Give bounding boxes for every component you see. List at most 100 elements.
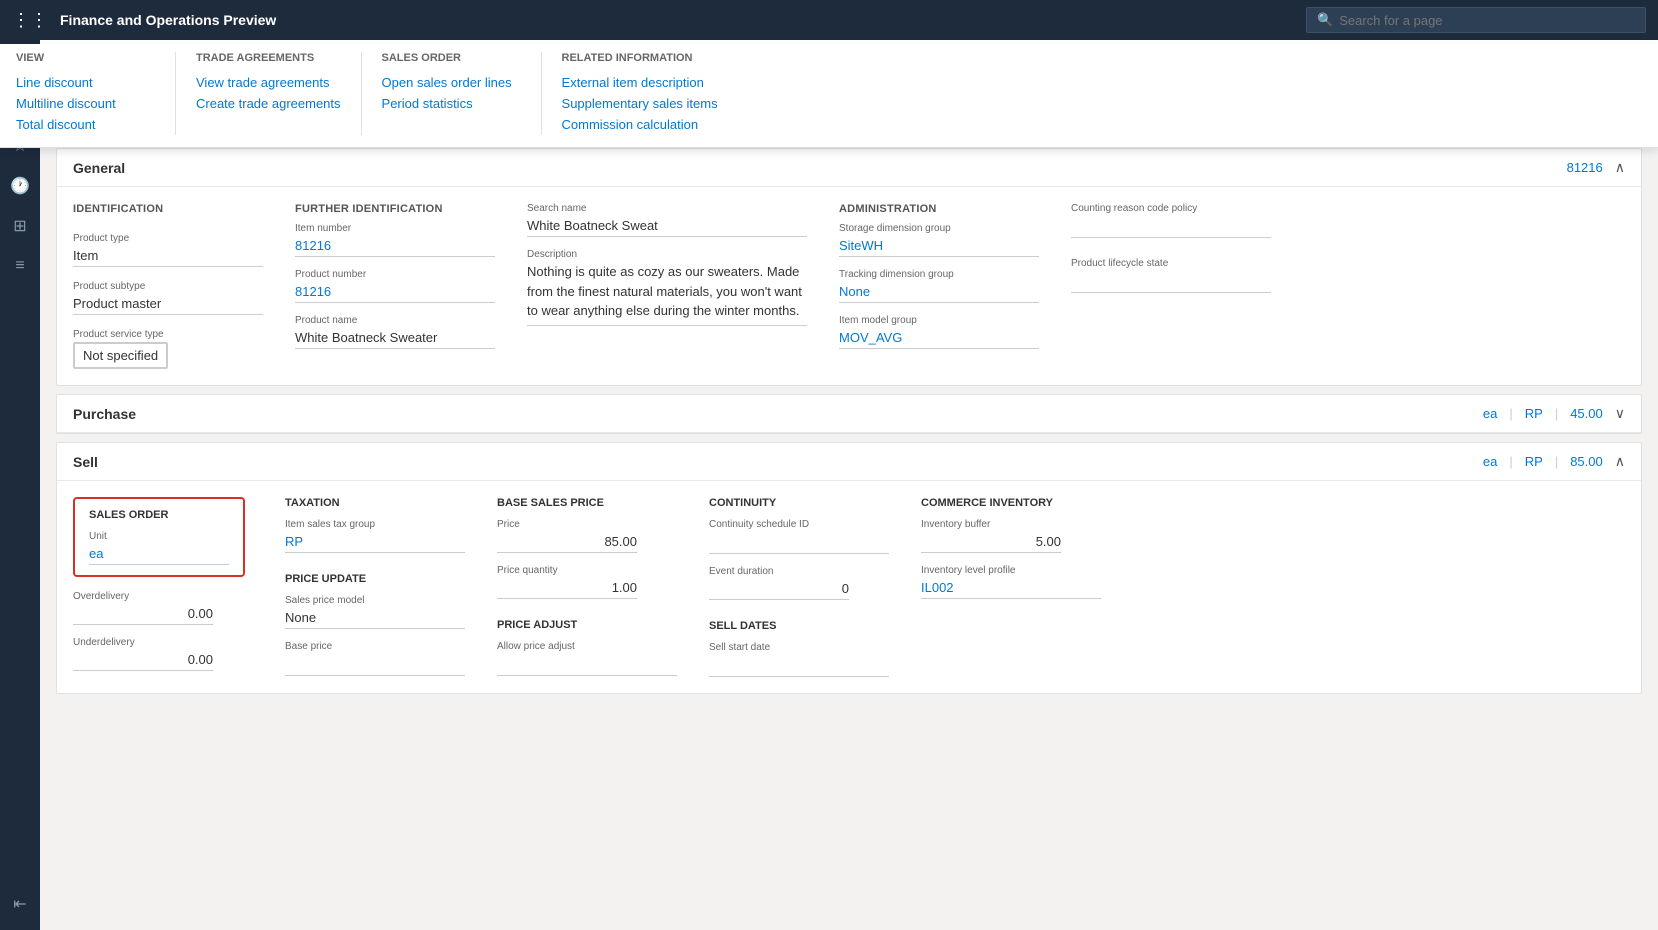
sell-dates-block: SELL DATES Sell start date bbox=[709, 620, 889, 677]
product-subtype-value: Product master bbox=[73, 294, 263, 315]
price-adjust-block: PRICE ADJUST Allow price adjust bbox=[497, 619, 677, 676]
sell-summary-code: RP bbox=[1525, 454, 1543, 469]
top-bar: ⋮⋮ Finance and Operations Preview 🔍 bbox=[0, 0, 1658, 40]
sell-section-body: SALES ORDER Unit ea Overdelivery 0.00 bbox=[57, 481, 1641, 693]
sell-section: Sell ea | RP | 85.00 ∧ bbox=[56, 442, 1642, 694]
base-price-field: Base price bbox=[285, 641, 465, 676]
sales-order-block: SALES ORDER Unit ea Overdelivery 0.00 bbox=[73, 497, 253, 677]
base-price-value bbox=[285, 654, 465, 676]
inventory-level-profile-field: Inventory level profile IL002 bbox=[921, 565, 1101, 599]
price-update-block: PRICE UPDATE Sales price model None Base… bbox=[285, 573, 465, 676]
total-discount-link[interactable]: Total discount bbox=[40, 114, 155, 135]
product-service-type-field: Product service type Not specified bbox=[73, 329, 263, 369]
inventory-buffer-field: Inventory buffer 5.00 bbox=[921, 519, 1101, 553]
modules-icon[interactable]: ≡ bbox=[2, 248, 38, 284]
item-model-group-field: Item model group MOV_AVG bbox=[839, 315, 1039, 349]
commission-calculation-link[interactable]: Commission calculation bbox=[562, 114, 718, 135]
sidebar: ☰ ⌂ ☆ 🕐 ⊞ ≡ ⇤ bbox=[0, 40, 40, 930]
dropdown-group-trade: Trade agreements View trade agreements C… bbox=[196, 52, 362, 135]
sales-order-highlight: SALES ORDER Unit ea bbox=[73, 497, 245, 577]
price-value: 85.00 bbox=[497, 532, 637, 553]
item-model-group-value: MOV_AVG bbox=[839, 328, 1039, 349]
general-collapse-button[interactable]: ∧ bbox=[1615, 159, 1625, 176]
product-service-type-label: Product service type bbox=[73, 329, 263, 340]
base-sales-price-block: BASE SALES PRICE Price 85.00 Price quant… bbox=[497, 497, 677, 677]
purchase-summary-value: 45.00 bbox=[1570, 406, 1603, 421]
supplementary-sales-items-link[interactable]: Supplementary sales items bbox=[562, 93, 718, 114]
period-statistics-link[interactable]: Period statistics bbox=[382, 93, 521, 114]
sales-price-model-value: None bbox=[285, 608, 465, 629]
product-service-type-input[interactable]: Not specified bbox=[73, 342, 168, 369]
item-number-label: Item number bbox=[295, 223, 495, 234]
purchase-section-right: ea | RP | 45.00 ∨ bbox=[1483, 405, 1625, 422]
description-block: Search name White Boatneck Sweat Descrip… bbox=[527, 203, 807, 369]
inventory-level-profile-label: Inventory level profile bbox=[921, 565, 1101, 576]
sell-sep2: | bbox=[1555, 454, 1558, 469]
purchase-collapse-button[interactable]: ∨ bbox=[1615, 405, 1625, 422]
sell-collapse-button[interactable]: ∧ bbox=[1615, 453, 1625, 470]
storage-dimension-label: Storage dimension group bbox=[839, 223, 1039, 234]
dropdown-sales-order-title: Sales order bbox=[382, 52, 521, 64]
sell-start-date-field: Sell start date bbox=[709, 642, 889, 677]
dropdown-group-related: Related information External item descri… bbox=[562, 52, 738, 135]
underdelivery-value: 0.00 bbox=[73, 650, 213, 671]
unit-value: ea bbox=[89, 544, 229, 565]
grid-icon[interactable]: ⋮⋮ bbox=[12, 10, 48, 31]
event-duration-value: 0 bbox=[709, 579, 849, 600]
search-input[interactable] bbox=[1339, 13, 1635, 28]
item-number-value: 81216 bbox=[295, 236, 495, 257]
overdelivery-label: Overdelivery bbox=[73, 591, 253, 602]
item-sales-tax-field: Item sales tax group RP bbox=[285, 519, 465, 553]
line-discount-link[interactable]: Line discount bbox=[40, 72, 155, 93]
dropdown-related-title: Related information bbox=[562, 52, 718, 64]
sell-section-header[interactable]: Sell ea | RP | 85.00 ∧ bbox=[57, 443, 1641, 481]
product-lifecycle-value bbox=[1071, 271, 1271, 293]
global-search[interactable]: 🔍 bbox=[1306, 7, 1646, 33]
event-duration-field: Event duration 0 bbox=[709, 566, 889, 600]
event-duration-label: Event duration bbox=[709, 566, 889, 577]
product-name-field: Product name White Boatneck Sweater bbox=[295, 315, 495, 349]
price-quantity-label: Price quantity bbox=[497, 565, 677, 576]
create-trade-agreements-link[interactable]: Create trade agreements bbox=[196, 93, 341, 114]
continuity-id-value bbox=[709, 532, 889, 554]
external-item-desc-link[interactable]: External item description bbox=[562, 72, 718, 93]
product-service-type-value: Not specified bbox=[83, 348, 158, 363]
workspaces-icon[interactable]: ⊞ bbox=[2, 208, 38, 244]
counting-block: Counting reason code policy Product life… bbox=[1071, 203, 1271, 369]
overdelivery-field: Overdelivery 0.00 bbox=[73, 591, 253, 625]
general-section-header[interactable]: General 81216 ∧ bbox=[57, 149, 1641, 187]
search-name-value: White Boatneck Sweat bbox=[527, 216, 807, 237]
sales-order-title: SALES ORDER bbox=[89, 509, 229, 521]
dropdown-view-title: View bbox=[40, 52, 155, 64]
sell-summary-unit: ea bbox=[1483, 454, 1497, 469]
storage-dimension-field: Storage dimension group SiteWH bbox=[839, 223, 1039, 257]
dropdown-trade-title: Trade agreements bbox=[196, 52, 341, 64]
view-trade-agreements-link[interactable]: View trade agreements bbox=[196, 72, 341, 93]
price-quantity-value: 1.00 bbox=[497, 578, 637, 599]
sell-section-right: ea | RP | 85.00 ∧ bbox=[1483, 453, 1625, 470]
counting-reason-label: Counting reason code policy bbox=[1071, 203, 1271, 214]
multiline-discount-link[interactable]: Multiline discount bbox=[40, 93, 155, 114]
underdelivery-field: Underdelivery 0.00 bbox=[73, 637, 253, 671]
purchase-section-header[interactable]: Purchase ea | RP | 45.00 ∨ bbox=[57, 395, 1641, 433]
sell-sep1: | bbox=[1509, 454, 1512, 469]
allow-price-adjust-value bbox=[497, 654, 677, 676]
general-section-body: IDENTIFICATION Product type Item Product… bbox=[57, 187, 1641, 385]
overdelivery-value: 0.00 bbox=[73, 604, 213, 625]
tracking-dimension-value: None bbox=[839, 282, 1039, 303]
purchase-summary-code: RP bbox=[1525, 406, 1543, 421]
sales-price-model-field: Sales price model None bbox=[285, 595, 465, 629]
collapse-icon[interactable]: ⇤ bbox=[2, 886, 38, 922]
app-title: Finance and Operations Preview bbox=[60, 12, 1294, 28]
purchase-sep1: | bbox=[1509, 406, 1512, 421]
sell-summary-value: 85.00 bbox=[1570, 454, 1603, 469]
administration-block: ADMINISTRATION Storage dimension group S… bbox=[839, 203, 1039, 369]
continuity-title: CONTINUITY bbox=[709, 497, 889, 509]
allow-price-adjust-field: Allow price adjust bbox=[497, 641, 677, 676]
counting-reason-value bbox=[1071, 216, 1271, 238]
open-sales-order-lines-link[interactable]: Open sales order lines bbox=[382, 72, 521, 93]
tracking-dimension-label: Tracking dimension group bbox=[839, 269, 1039, 280]
product-number-field: Product number 81216 bbox=[295, 269, 495, 303]
recent-icon[interactable]: 🕐 bbox=[2, 168, 38, 204]
dropdown-group-view: View Line discount Multiline discount To… bbox=[40, 52, 176, 135]
